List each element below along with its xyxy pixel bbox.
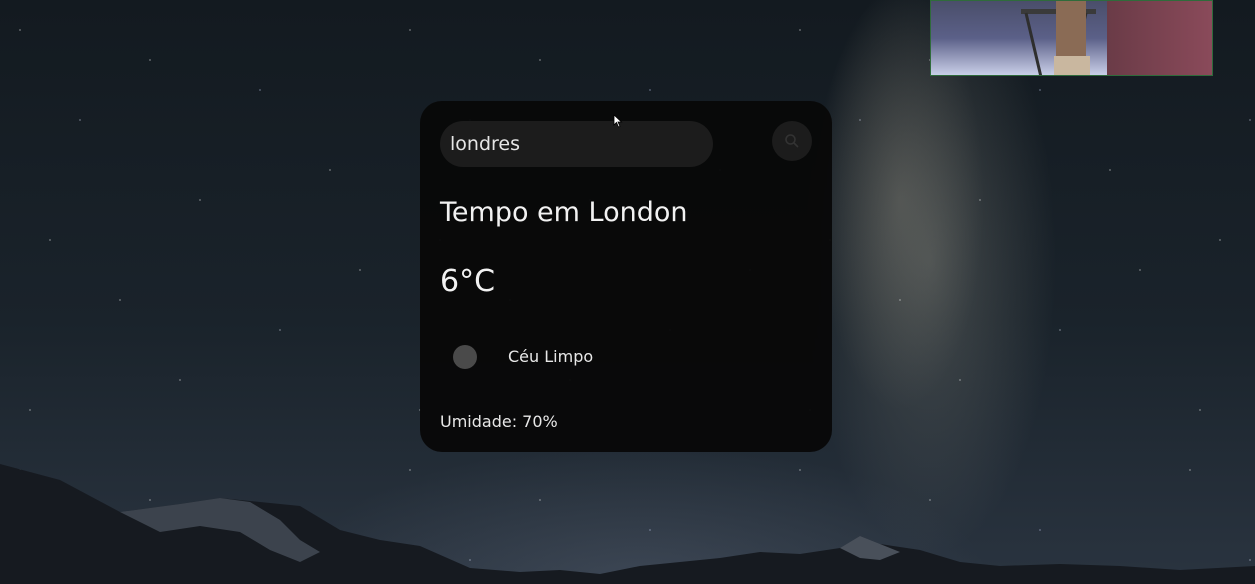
temperature-value: 6°C (440, 264, 496, 299)
city-title: Tempo em London (440, 197, 688, 228)
weather-condition-icon (453, 345, 477, 369)
weather-card: Tempo em London 6°C Céu Limpo Umidade: 7… (420, 101, 832, 452)
mountain-silhouette (0, 464, 1255, 584)
humidity-text: Umidade: 70% (440, 412, 558, 431)
weather-description: Céu Limpo (508, 347, 594, 366)
video-overlay-thumbnail (930, 0, 1213, 76)
video-background-curtain (1107, 1, 1212, 75)
city-search-input[interactable] (440, 121, 713, 167)
search-button[interactable] (772, 121, 812, 161)
mouse-pointer-icon (613, 114, 623, 128)
video-person-figure (1021, 1, 1096, 75)
search-icon (785, 134, 799, 148)
